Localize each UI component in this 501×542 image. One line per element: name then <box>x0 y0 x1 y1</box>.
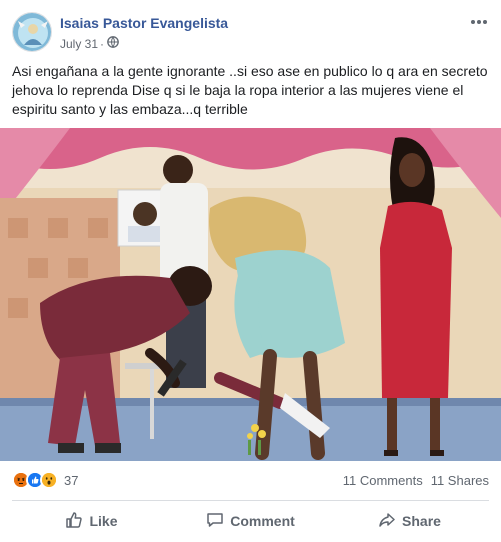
thumbs-up-icon <box>65 511 83 532</box>
comment-button[interactable]: Comment <box>171 503 330 539</box>
post-actions: Like Comment Share <box>12 503 489 539</box>
comments-count[interactable]: 11 Comments <box>343 473 423 488</box>
like-button[interactable]: Like <box>12 503 171 539</box>
post-date[interactable]: July 31 <box>60 36 98 52</box>
ellipsis-icon[interactable] <box>469 14 489 30</box>
post-header: Isaias Pastor Evangelista July 31 · <box>12 12 489 56</box>
facebook-post-card: Isaias Pastor Evangelista July 31 · Asi … <box>0 0 501 542</box>
divider <box>12 500 489 501</box>
author-name[interactable]: Isaias Pastor Evangelista <box>60 14 228 32</box>
post-meta: Isaias Pastor Evangelista July 31 · <box>60 12 228 52</box>
post-text: Asi engañana a la gente ignorante ..si e… <box>12 63 488 117</box>
like-label: Like <box>89 513 118 529</box>
share-label: Share <box>402 513 441 529</box>
author-avatar[interactable] <box>12 12 52 52</box>
post-photo[interactable] <box>0 128 501 461</box>
separator-dot: · <box>100 37 105 51</box>
wow-reaction-icon <box>40 471 58 489</box>
reaction-icons[interactable] <box>12 471 58 489</box>
reaction-count[interactable]: 37 <box>64 473 78 488</box>
share-button[interactable]: Share <box>330 503 489 539</box>
comment-icon <box>206 511 224 532</box>
reactions-bar: 37 11 Comments 11 Shares <box>12 469 489 491</box>
post-subline: July 31 · <box>60 36 228 52</box>
post-stats: 11 Comments 11 Shares <box>343 473 489 488</box>
globe-icon[interactable] <box>107 36 119 52</box>
shares-count[interactable]: 11 Shares <box>431 473 489 488</box>
comment-label: Comment <box>230 513 295 529</box>
share-arrow-icon <box>378 511 396 532</box>
